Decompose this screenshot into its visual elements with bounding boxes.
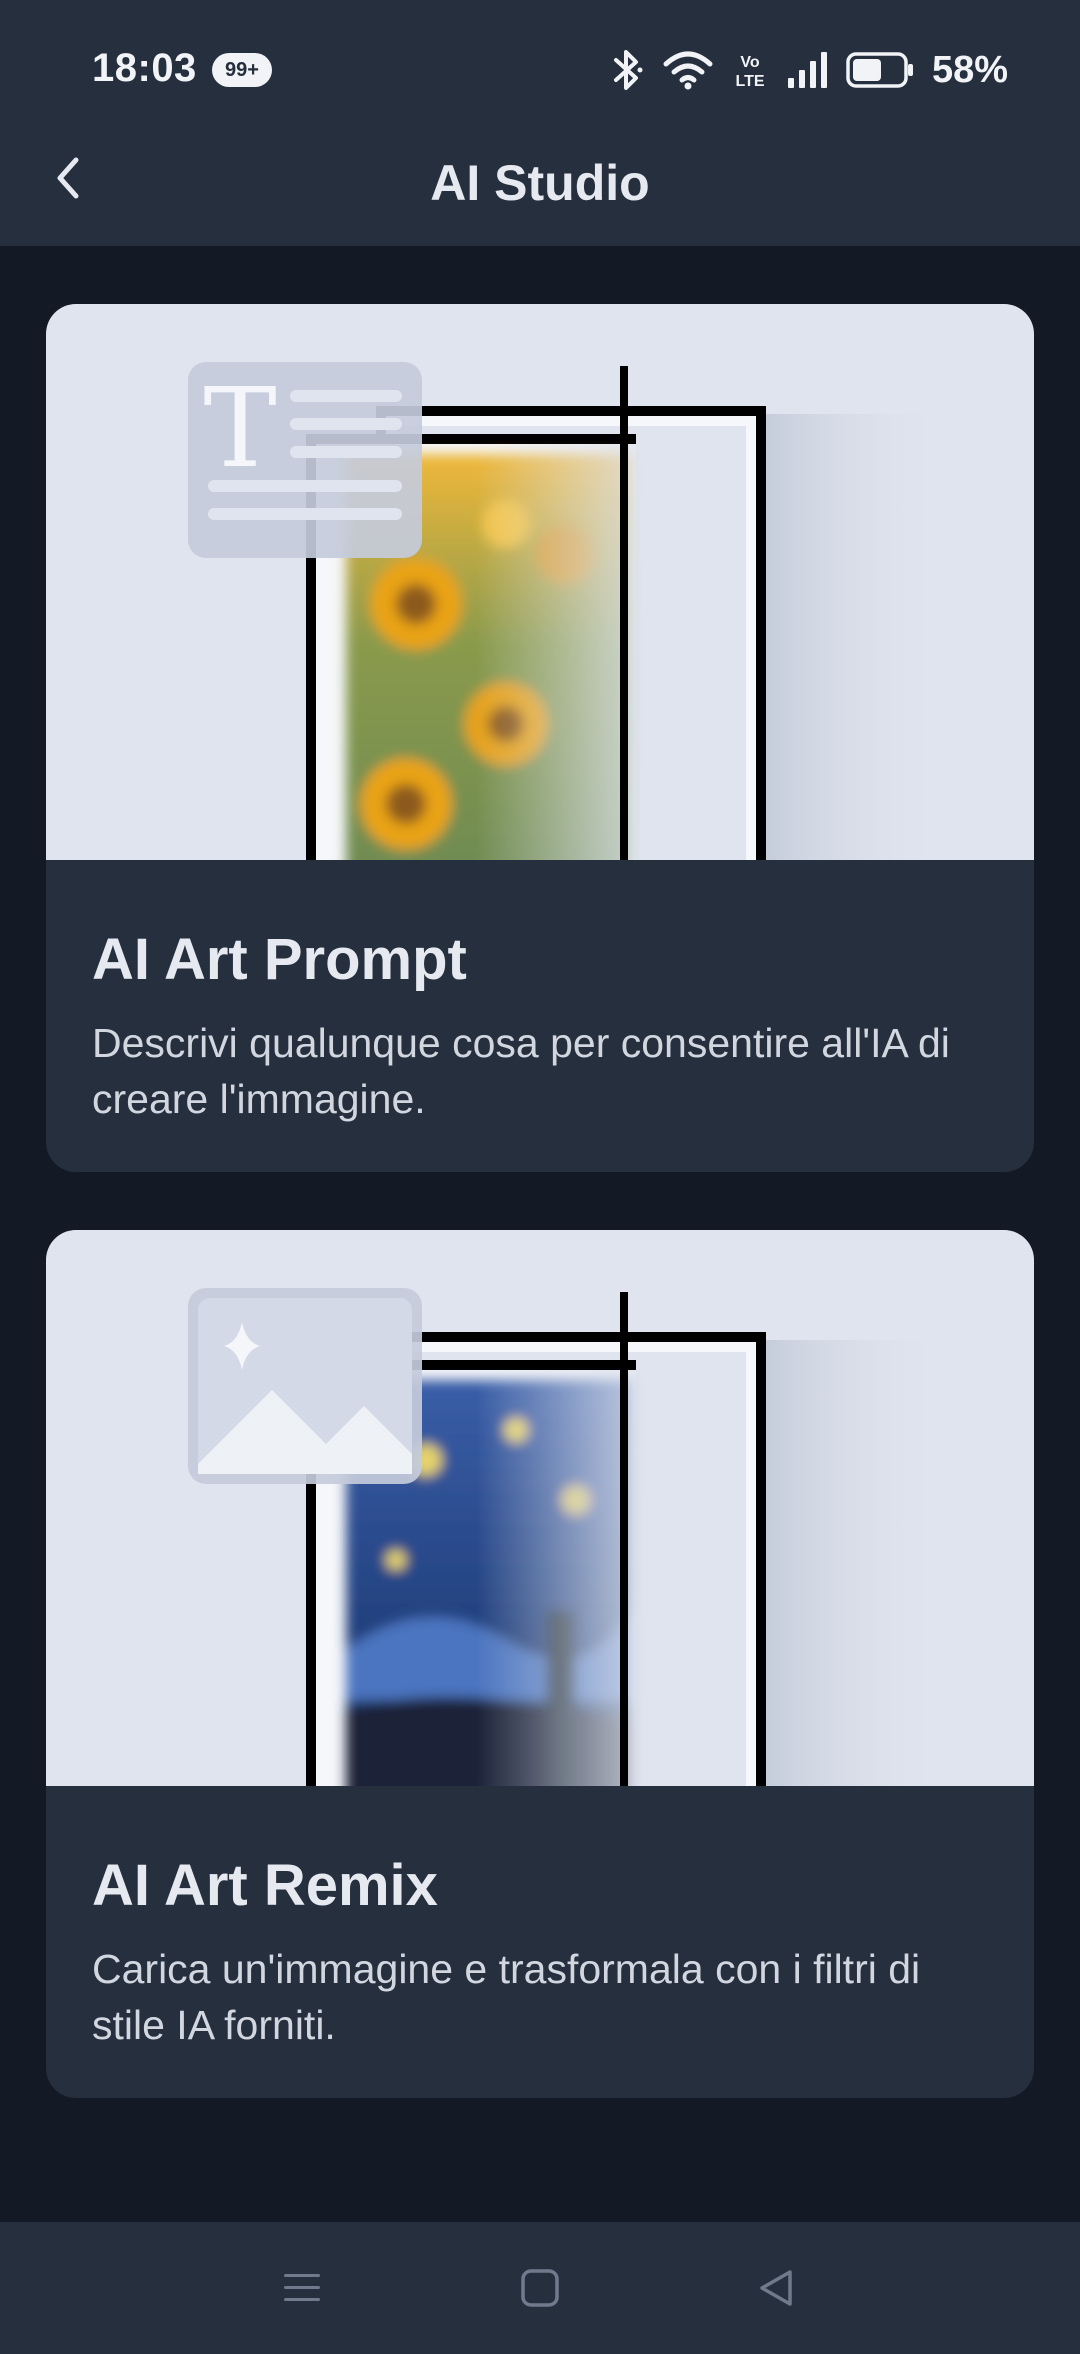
signal-icon (786, 50, 828, 90)
home-button[interactable] (510, 2258, 570, 2318)
battery-icon (846, 52, 914, 88)
svg-text:LTE: LTE (735, 73, 764, 90)
battery-percent: 58% (931, 48, 1008, 91)
recent-apps-button[interactable] (272, 2258, 332, 2318)
text-document-icon: T (188, 362, 422, 558)
ai-art-remix-card[interactable]: AI Art Remix Carica un'immagine e trasfo… (46, 1230, 1034, 2098)
app-header: AI Studio (0, 140, 1080, 246)
volte-icon: Vo LTE (732, 50, 768, 90)
sunflowers-painting-artwork: T (188, 362, 946, 860)
back-triangle-icon (760, 2270, 792, 2306)
wifi-icon (662, 50, 714, 90)
svg-text:Vo: Vo (740, 54, 759, 71)
ai-art-prompt-card[interactable]: T AI Art Prompt Descrivi qualunque cosa … (46, 304, 1034, 1172)
card-title: AI Art Remix (92, 1853, 438, 1918)
card-description: Carica un'immagine e trasformala con i f… (92, 1946, 921, 2048)
bluetooth-icon (610, 48, 644, 92)
menu-icon (284, 2274, 320, 2301)
svg-text:T: T (203, 364, 276, 492)
ai-studio-screen: 18:03 99+ Vo LTE 58% AI Studio T AI Art … (0, 0, 1080, 2354)
notification-badge: 99+ (212, 53, 272, 87)
image-sparkle-icon (188, 1288, 422, 1484)
card-body: AI Art Prompt Descrivi qualunque cosa pe… (46, 860, 1034, 1127)
card-artwork (46, 1230, 1034, 1786)
card-description: Descrivi qualunque cosa per consentire a… (92, 1020, 950, 1122)
card-title: AI Art Prompt (92, 927, 467, 992)
system-navigation-bar (0, 2222, 1080, 2354)
top-bar: 18:03 99+ Vo LTE 58% AI Studio (0, 0, 1080, 246)
card-body: AI Art Remix Carica un'immagine e trasfo… (46, 1786, 1034, 2053)
home-square-icon (521, 2269, 559, 2307)
page-title: AI Studio (430, 155, 650, 211)
card-artwork: T (46, 304, 1034, 860)
status-bar: 18:03 99+ Vo LTE 58% (0, 0, 1080, 140)
status-time: 18:03 (92, 46, 197, 90)
status-icons: Vo LTE 58% (610, 44, 1008, 96)
starry-night-painting-artwork (188, 1288, 946, 1786)
system-back-button[interactable] (746, 2258, 806, 2318)
